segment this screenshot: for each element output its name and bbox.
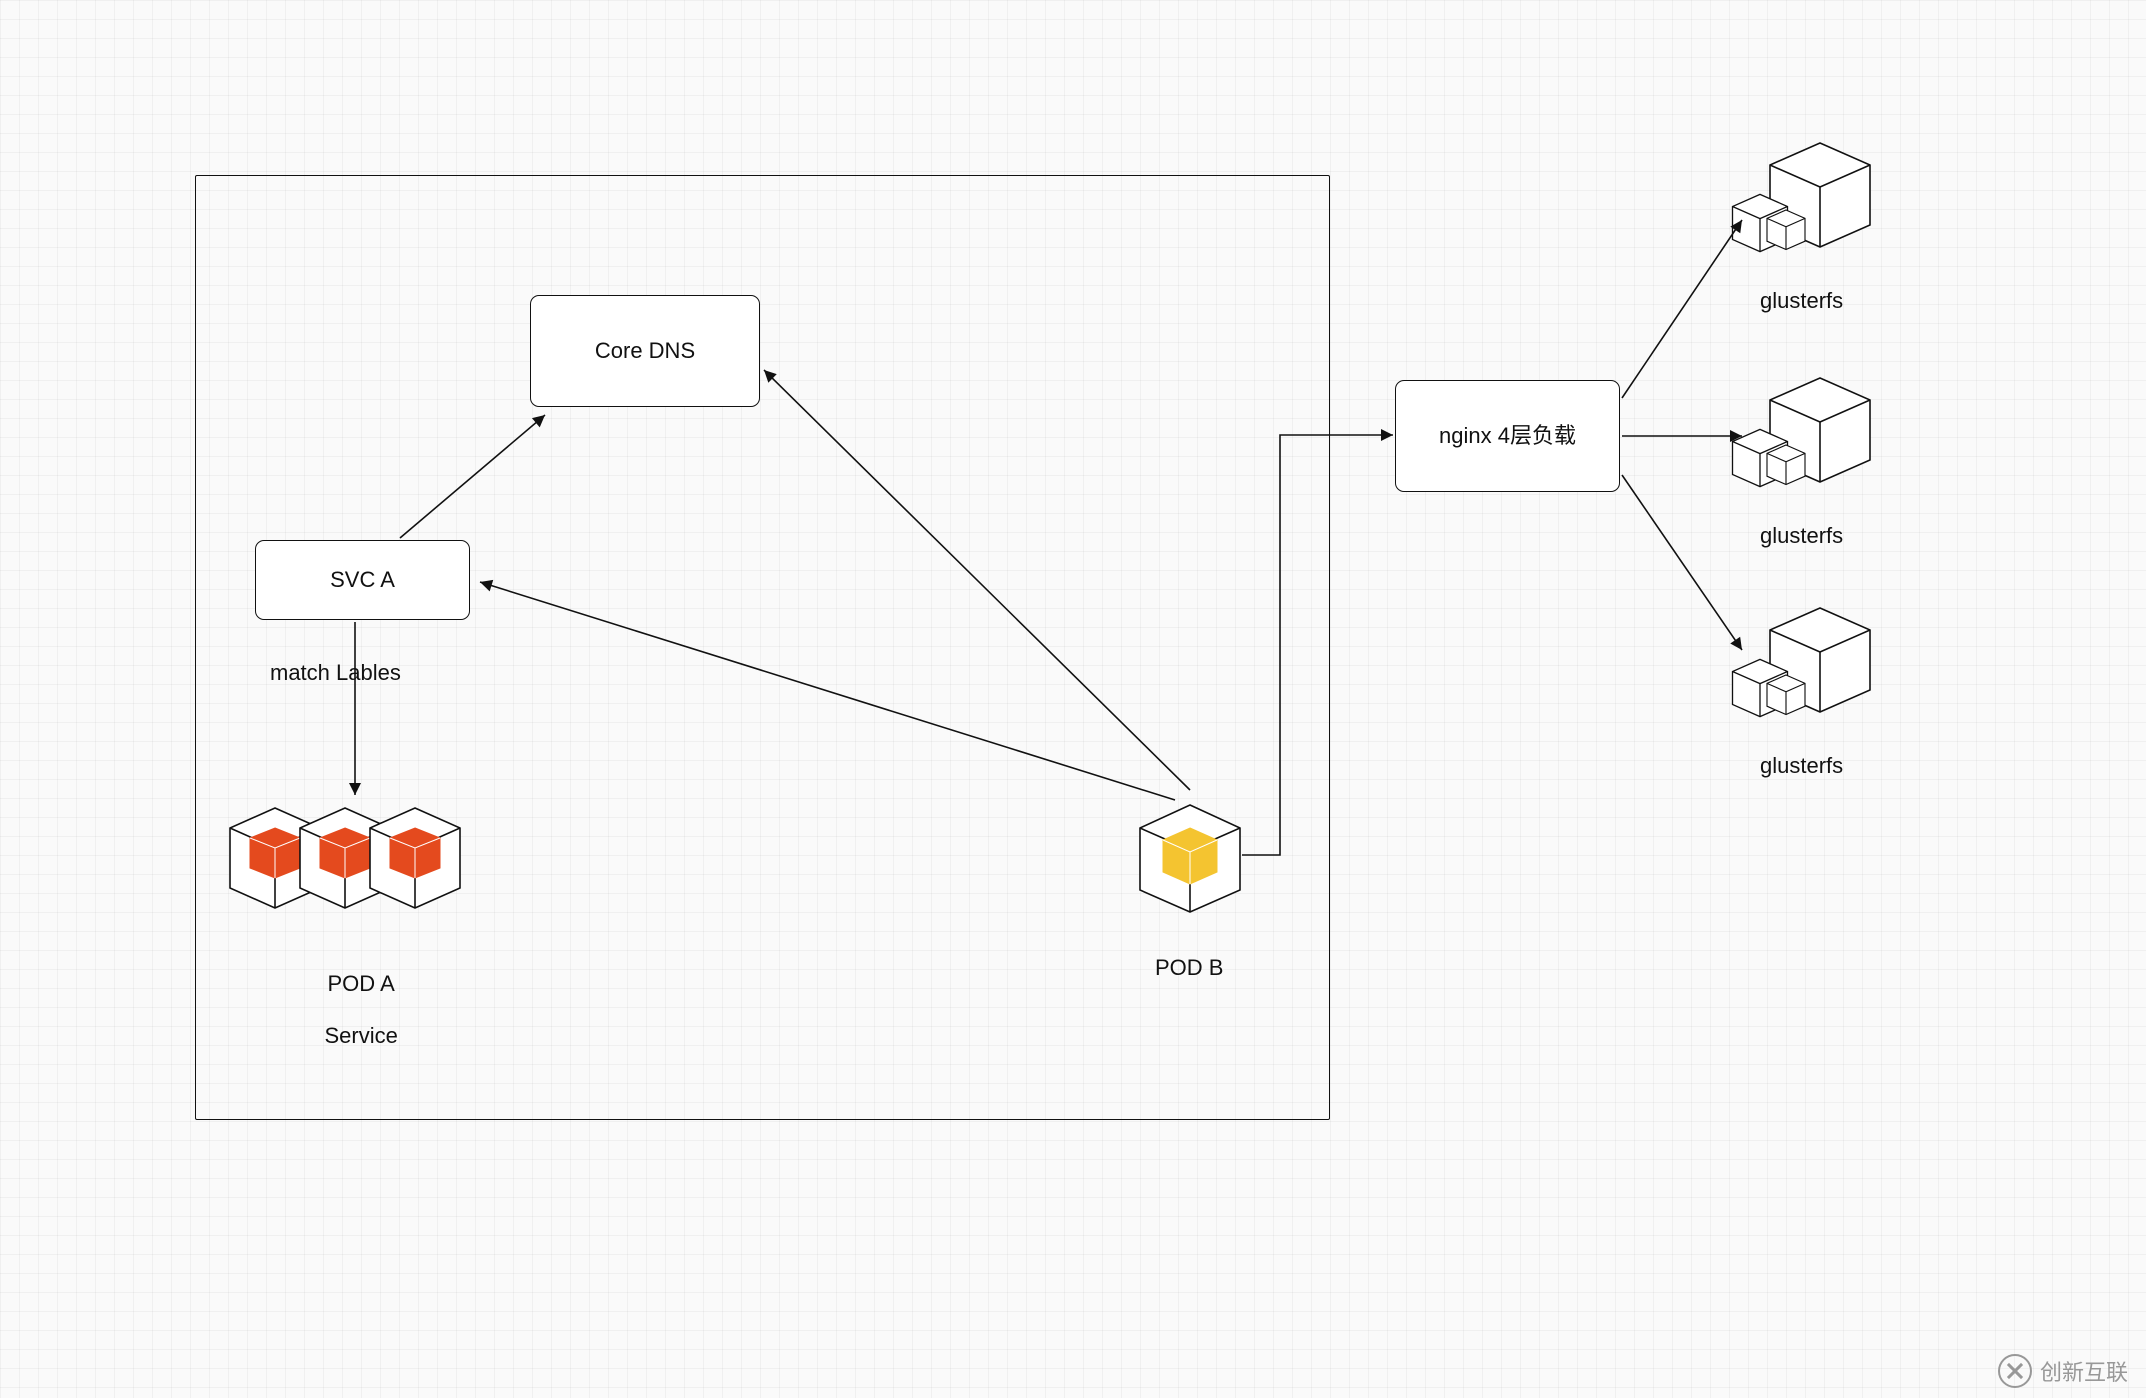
node-core-dns: Core DNS (530, 295, 760, 407)
diagram-canvas: Core DNS SVC A match Lables nginx 4层负载 (0, 0, 2146, 1398)
node-core-dns-label: Core DNS (595, 337, 695, 366)
glusterfs-node-1 (1720, 135, 1890, 280)
pod-b-cube (1130, 790, 1250, 935)
node-svc-a: SVC A (255, 540, 470, 620)
pod-a-cubes (220, 790, 480, 965)
watermark-text: 创新互联 (2040, 1355, 2128, 1387)
pod-a-label-line1: POD A (328, 971, 395, 996)
node-svc-a-label: SVC A (330, 566, 395, 595)
watermark: 创新互联 (1998, 1354, 2128, 1388)
pod-a-label: POD A Service (300, 945, 398, 1075)
glusterfs-label-1: glusterfs (1760, 288, 1843, 314)
watermark-logo-icon (1998, 1354, 2032, 1388)
glusterfs-node-3 (1720, 600, 1890, 745)
edge-label-match-labels: match Lables (270, 660, 401, 686)
glusterfs-label-3: glusterfs (1760, 753, 1843, 779)
glusterfs-label-2: glusterfs (1760, 523, 1843, 549)
glusterfs-node-2 (1720, 370, 1890, 515)
pod-b-label: POD B (1155, 955, 1223, 981)
node-nginx: nginx 4层负载 (1395, 380, 1620, 492)
node-nginx-label: nginx 4层负载 (1439, 422, 1576, 451)
pod-a-label-line2: Service (324, 1023, 397, 1048)
